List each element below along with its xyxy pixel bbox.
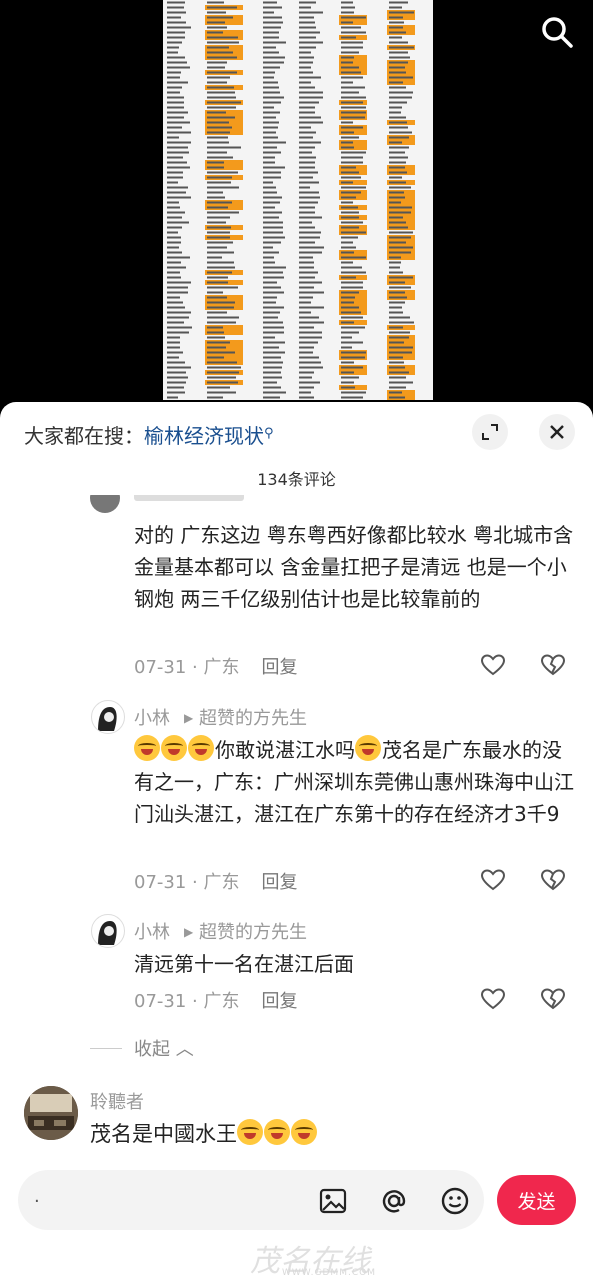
collapse-replies-button[interactable]: 收起 ︿ [90, 1035, 194, 1061]
dislike-icon[interactable] [540, 986, 566, 1012]
reply-text: 清远第十一名在湛江后面 [134, 952, 354, 976]
image-icon[interactable] [318, 1186, 348, 1216]
expand-button[interactable] [472, 414, 508, 450]
spreadsheet-content [167, 1, 415, 400]
hot-search-prefix: 大家都在搜： [24, 424, 144, 448]
video-media[interactable] [0, 0, 593, 410]
search-icon[interactable] [539, 14, 575, 50]
expand-icon [482, 424, 498, 440]
reply-date: 07-31 · 广东 [134, 657, 240, 678]
like-icon[interactable] [480, 652, 506, 678]
reply-date: 07-31 · 广东 [134, 991, 240, 1012]
like-icon[interactable] [480, 867, 506, 893]
reply-meta: 07-31 · 广东 回复 [134, 653, 297, 679]
reply-username[interactable]: 小林 [134, 922, 170, 943]
reply-text: 你敢说湛江水吗 茂名是广东最水的没有之一，广东：广州深圳东莞佛山惠州珠海中山江门汕… [134, 734, 574, 830]
dislike-icon[interactable] [540, 652, 566, 678]
laugh-cry-emoji-icon [188, 735, 214, 761]
reply-arrow-icon: ▶ [184, 711, 194, 725]
reply-meta: 07-31 · 广东 回复 [134, 987, 297, 1013]
reply-arrow-icon: ▶ [184, 925, 194, 939]
like-icon[interactable] [480, 986, 506, 1012]
laugh-cry-emoji-icon [161, 735, 187, 761]
reply-text: 对的 广东这边 粤东粤西好像都比较水 粤北城市含金量基本都可以 含金量扛把子是清… [134, 523, 574, 611]
comment-count: 134条评论 [257, 470, 336, 489]
laugh-cry-emoji-icon [237, 1119, 263, 1145]
watermark-url: WWW.GDMM.COM [282, 1268, 376, 1278]
hot-search-bar[interactable]: 大家都在搜：榆林经济现状⚲ [24, 420, 274, 449]
laugh-cry-emoji-icon [355, 735, 381, 761]
search-small-icon: ⚲ [264, 426, 274, 441]
comment-text: 茂名是中國水王 [90, 1118, 318, 1148]
reply-button[interactable]: 回复 [261, 657, 297, 678]
reply-author-line: 小林 ▶ 超赞的方先生 [134, 704, 307, 730]
divider [90, 1048, 122, 1049]
dislike-icon[interactable] [540, 867, 566, 893]
avatar[interactable] [91, 914, 125, 948]
laugh-cry-emoji-icon [134, 735, 160, 761]
reply-date: 07-31 · 广东 [134, 872, 240, 893]
watermark: 茂名在线 WWW.GDMM.COM [210, 1234, 410, 1280]
mention-icon[interactable] [379, 1186, 409, 1216]
comment-input[interactable]: . [18, 1170, 484, 1230]
avatar[interactable] [24, 1086, 78, 1140]
reply-button[interactable]: 回复 [261, 872, 297, 893]
hot-search-keyword[interactable]: 榆林经济现状 [144, 424, 264, 448]
send-button[interactable]: 发送 [497, 1175, 576, 1225]
reply-author-line: 小林 ▶ 超赞的方先生 [134, 918, 307, 944]
laugh-cry-emoji-icon [264, 1119, 290, 1145]
reply-to-username[interactable]: 超赞的方先生 [199, 708, 307, 729]
comment-panel: 大家都在搜：榆林经济现状⚲ 134条评论 对的 广东这边 粤东粤西好像都比较水 … [0, 402, 593, 1280]
comment-username[interactable]: 聆聽者 [90, 1088, 144, 1114]
avatar[interactable] [91, 700, 125, 734]
partial-reply-header [90, 495, 390, 515]
close-icon [550, 425, 564, 439]
avatar [90, 495, 120, 513]
spreadsheet-image [163, 0, 433, 400]
comment-text-body: 茂名是中國水王 [90, 1122, 237, 1146]
reply-button[interactable]: 回复 [261, 991, 297, 1012]
chevron-up-icon: ︿ [170, 1039, 194, 1060]
reply-meta: 07-31 · 广东 回复 [134, 868, 297, 894]
close-button[interactable] [539, 414, 575, 450]
reply-text-part: 你敢说湛江水吗 [215, 738, 355, 762]
comment-input-placeholder: . [34, 1186, 40, 1207]
collapse-label: 收起 [134, 1039, 170, 1060]
laugh-cry-emoji-icon [291, 1119, 317, 1145]
reply-username-cut [134, 495, 244, 501]
emoji-icon[interactable] [440, 1186, 470, 1216]
reply-to-username[interactable]: 超赞的方先生 [199, 922, 307, 943]
reply-username[interactable]: 小林 [134, 708, 170, 729]
